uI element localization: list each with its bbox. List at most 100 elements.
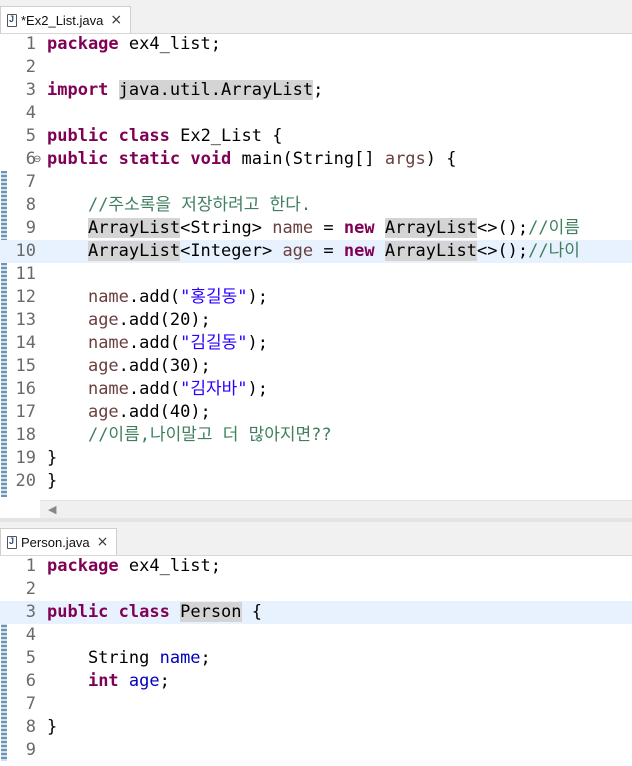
code-text: import java.util.ArrayList; <box>47 79 323 102</box>
code-text: String name; <box>47 647 211 670</box>
tab-ex2-list[interactable]: *Ex2_List.java × <box>0 6 132 33</box>
code-text: age.add(40); <box>47 401 211 424</box>
line-number: 5 <box>25 648 36 668</box>
code-token: ; <box>159 671 170 691</box>
code-token: static <box>118 149 181 169</box>
line-number: 14 <box>15 333 36 353</box>
code-token: "김자바" <box>180 379 248 399</box>
line-number: 17 <box>15 402 36 422</box>
code-token: ; <box>200 648 211 668</box>
code-token: name <box>87 287 129 307</box>
code-line[interactable]: 9 <box>0 739 632 762</box>
code-token: public <box>47 126 109 146</box>
code-text: name.add("김길동"); <box>47 332 268 355</box>
code-token: package <box>47 556 119 576</box>
code-line[interactable]: 2 <box>0 578 632 601</box>
code-editor[interactable]: 1 package ex4_list; 2 3 import java.util.Arr… <box>0 33 632 498</box>
code-token: age <box>87 402 119 422</box>
code-line[interactable]: 1 package ex4_list; <box>0 33 632 56</box>
code-line[interactable]: 13 age.add(20); <box>0 309 632 332</box>
code-line[interactable]: 9 ArrayList<String> name = new ArrayList… <box>0 217 632 240</box>
code-token: "김길동" <box>180 333 248 353</box>
line-number: 12 <box>15 287 36 307</box>
code-line[interactable]: 3 public class Person { <box>0 601 632 624</box>
code-token: //이름 <box>528 218 580 238</box>
code-line[interactable]: 18 //이름,나이말고 더 많아지면?? <box>0 424 632 447</box>
code-text: ArrayList<Integer> age = new ArrayList<>… <box>47 240 580 263</box>
tab-person[interactable]: Person.java × <box>0 528 118 555</box>
code-line[interactable]: 5 public class Ex2_List { <box>0 125 632 148</box>
code-text: age.add(30); <box>47 355 211 378</box>
code-token: public <box>47 149 109 169</box>
code-token: age <box>87 310 119 330</box>
line-number: 16 <box>15 379 36 399</box>
code-line[interactable]: 8} <box>0 716 632 739</box>
code-text: } <box>47 447 57 470</box>
code-editor[interactable]: 1 package ex4_list; 2 3 public class Person … <box>0 555 632 766</box>
line-number: 9 <box>25 218 36 238</box>
code-line[interactable]: 14 name.add("김길동"); <box>0 332 632 355</box>
line-number: 20 <box>15 471 36 491</box>
line-number: 2 <box>25 579 36 599</box>
code-token: package <box>47 34 119 54</box>
editor-tab-bar: *Ex2_List.java × <box>0 0 632 34</box>
code-token: java.util.ArrayList <box>118 80 314 100</box>
code-line[interactable]: 11 <box>0 263 632 286</box>
close-icon[interactable]: × <box>110 12 122 28</box>
code-line[interactable]: 2 <box>0 56 632 79</box>
tab-label: *Ex2_List.java <box>21 12 104 28</box>
code-line[interactable]: 5 String name; <box>0 647 632 670</box>
code-text: package ex4_list; <box>47 555 221 578</box>
code-text: public static void main(String[] args) { <box>47 148 457 171</box>
code-token: String <box>47 648 160 668</box>
code-token: .add( <box>128 287 181 307</box>
fold-collapse-icon[interactable]: ⊖ <box>33 154 41 165</box>
code-line[interactable]: 8 //주소록을 저장하려고 한다. <box>0 194 632 217</box>
code-text: int age; <box>47 670 170 693</box>
code-line[interactable]: 4 <box>0 624 632 647</box>
line-number: 5 <box>25 126 36 146</box>
code-token: ; <box>313 80 324 100</box>
code-line[interactable]: 4 <box>0 102 632 125</box>
code-line[interactable]: 16 name.add("김자바"); <box>0 378 632 401</box>
code-token: } <box>47 717 58 737</box>
code-token: name <box>87 379 129 399</box>
code-token: class <box>118 126 170 146</box>
code-line[interactable]: 12 name.add("홍길동"); <box>0 286 632 309</box>
close-icon[interactable]: × <box>97 534 109 550</box>
code-line[interactable]: 1 package ex4_list; <box>0 555 632 578</box>
code-line[interactable]: 7 <box>0 171 632 194</box>
code-token: new <box>343 241 375 261</box>
code-line[interactable]: 17 age.add(40); <box>0 401 632 424</box>
code-token: ArrayList <box>384 218 477 238</box>
code-token: age <box>128 671 160 691</box>
code-line[interactable]: 19} <box>0 447 632 470</box>
code-token: = <box>313 218 344 238</box>
code-token: <>(); <box>476 218 529 238</box>
line-number: 18 <box>15 425 36 445</box>
code-line[interactable]: 6 int age; <box>0 670 632 693</box>
code-line[interactable]: 7 <box>0 693 632 716</box>
line-number: 7 <box>25 694 36 714</box>
code-line[interactable]: 10 ArrayList<Integer> age = new ArrayLis… <box>0 240 632 263</box>
line-number: 4 <box>25 625 36 645</box>
code-line[interactable]: 15 age.add(30); <box>0 355 632 378</box>
line-number: 1 <box>25 556 36 576</box>
code-line[interactable]: 6 ⊖ public static void main(String[] args)… <box>0 148 632 171</box>
scroll-left-icon[interactable]: ◀ <box>48 503 56 516</box>
code-line[interactable]: 3 import java.util.ArrayList; <box>0 79 632 102</box>
code-line[interactable]: 20} <box>0 470 632 493</box>
horizontal-scrollbar[interactable]: ◀ <box>40 500 632 519</box>
code-token: void <box>190 149 232 169</box>
code-token: new <box>343 218 375 238</box>
